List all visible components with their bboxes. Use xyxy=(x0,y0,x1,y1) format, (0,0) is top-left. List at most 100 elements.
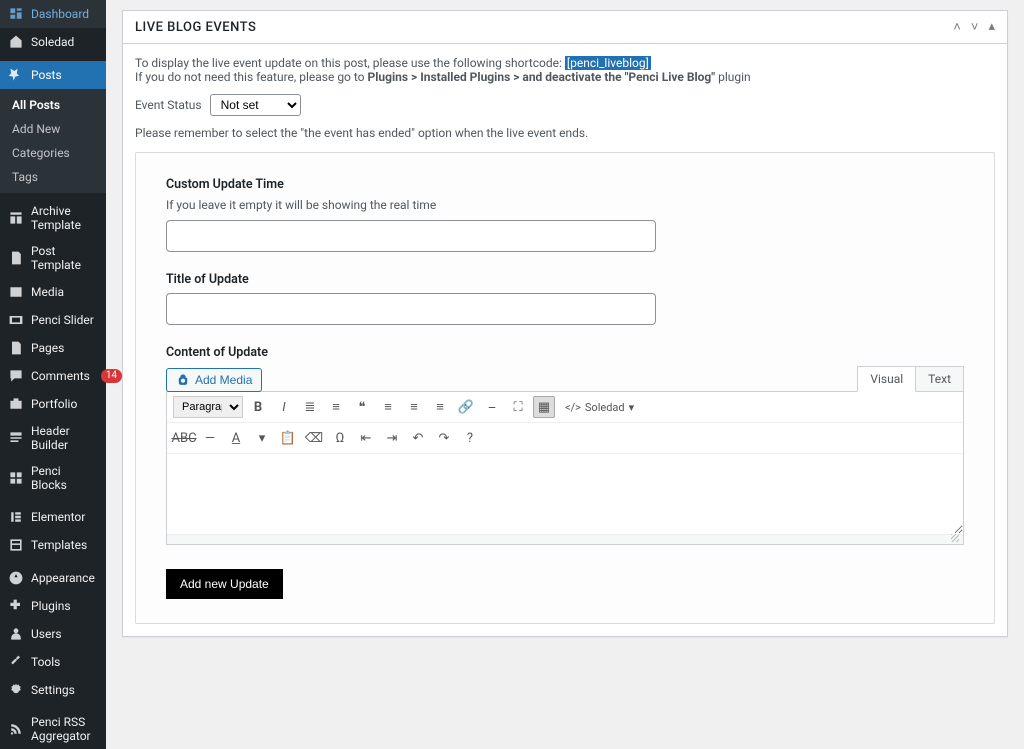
sidebar-item-penci-slider[interactable]: Penci Slider xyxy=(0,306,106,334)
sidebar-item-penci-blocks[interactable]: Penci Blocks xyxy=(0,458,106,498)
align-left-icon[interactable]: ≡ xyxy=(377,396,399,418)
title-input[interactable] xyxy=(166,293,656,325)
plugins-icon xyxy=(8,598,24,614)
outdent-icon[interactable]: ⇤ xyxy=(355,427,377,449)
sidebar-item-comments[interactable]: Comments14 xyxy=(0,362,106,390)
sidebar-item-archive-template[interactable]: Archive Template xyxy=(0,198,106,238)
submenu-item-tags[interactable]: Tags xyxy=(0,165,106,189)
numbered-list-icon[interactable]: ≡ xyxy=(325,396,347,418)
bold-icon[interactable]: B xyxy=(247,396,269,418)
submenu-item-all-posts[interactable]: All Posts xyxy=(0,93,106,117)
appearance-icon xyxy=(8,570,24,586)
layout-icon xyxy=(8,210,24,226)
sidebar-label: Elementor xyxy=(31,510,85,524)
sidebar-label: Dashboard xyxy=(31,7,89,21)
align-center-icon[interactable]: ≡ xyxy=(403,396,425,418)
add-new-update-button[interactable]: Add new Update xyxy=(166,569,283,599)
sidebar-item-elementor[interactable]: Elementor xyxy=(0,503,106,531)
toolbar-toggle-icon[interactable]: ▦ xyxy=(533,396,555,418)
visual-tab[interactable]: Visual xyxy=(857,366,916,392)
sidebar-label: Plugins xyxy=(31,599,71,613)
panel-controls: ˄ ˅ ▴ xyxy=(953,19,995,35)
dashboard-icon xyxy=(8,6,24,22)
clear-formatting-icon[interactable]: ⌫ xyxy=(303,427,325,449)
sidebar-item-users[interactable]: Users xyxy=(0,620,106,648)
main-content: LIVE BLOG EVENTS ˄ ˅ ▴ To display the li… xyxy=(106,0,1024,749)
sidebar-label: Soledad xyxy=(31,35,74,49)
text-color-chevron-icon[interactable]: ▾ xyxy=(251,427,273,449)
read-more-icon[interactable]: ⎯ xyxy=(481,396,503,418)
sidebar-item-tools[interactable]: Tools xyxy=(0,648,106,676)
sidebar-item-header-builder[interactable]: Header Builder xyxy=(0,418,106,458)
text-tab[interactable]: Text xyxy=(916,366,964,392)
strikethrough-icon[interactable]: ABC xyxy=(173,427,195,449)
redo-icon[interactable]: ↷ xyxy=(433,427,455,449)
update-form-card: Custom Update Time If you leave it empty… xyxy=(135,152,995,624)
slider-icon xyxy=(8,312,24,328)
custom-time-input[interactable] xyxy=(166,220,656,252)
blockquote-icon[interactable]: ❝ xyxy=(351,396,373,418)
link-icon[interactable]: 🔗 xyxy=(455,396,477,418)
event-status-select[interactable]: Not set xyxy=(210,94,301,116)
sidebar-item-penci-rss-aggregator[interactable]: Penci RSS Aggregator xyxy=(0,709,106,749)
panel-toggle-icon[interactable]: ▴ xyxy=(988,19,995,35)
sidebar-item-portfolio[interactable]: Portfolio xyxy=(0,390,106,418)
sidebar-label: Penci Blocks xyxy=(31,464,98,492)
sidebar-item-posts[interactable]: Posts xyxy=(0,61,106,89)
format-select[interactable]: Paragraph xyxy=(173,396,243,418)
status-row: Event Status Not set xyxy=(135,94,995,116)
sidebar-item-dashboard[interactable]: Dashboard xyxy=(0,0,106,28)
sidebar-label: Post Template xyxy=(31,244,98,272)
settings-icon xyxy=(8,682,24,698)
toolbar-row-2: ABC — A ▾ 📋 ⌫ Ω ⇤ ⇥ ↶ ↷ ? xyxy=(167,423,963,454)
sidebar-item-plugins[interactable]: Plugins xyxy=(0,592,106,620)
shortcode-value: [penci_liveblog] xyxy=(565,56,651,70)
submenu: All PostsAdd NewCategoriesTags xyxy=(0,89,106,193)
editor-wrap: Paragraph B I ≣ ≡ ❝ ≡ ≡ ≡ 🔗 ⎯ ⛶ xyxy=(166,391,964,545)
sidebar-label: Portfolio xyxy=(31,397,77,411)
hint2-post: plugin xyxy=(715,70,751,84)
soledad-dropdown[interactable]: </> Soledad ▾ xyxy=(559,401,640,414)
admin-sidebar: Dashboard Soledad Posts All PostsAdd NewCat… xyxy=(0,0,106,749)
content-editor[interactable] xyxy=(167,454,963,534)
sidebar-item-appearance[interactable]: Appearance xyxy=(0,564,106,592)
sidebar-label: Media xyxy=(31,285,64,299)
sidebar-label: Comments xyxy=(31,369,90,383)
paste-text-icon[interactable]: 📋 xyxy=(277,427,299,449)
panel-move-up-icon[interactable]: ˄ xyxy=(953,19,961,35)
sidebar-label: Posts xyxy=(31,68,62,82)
sidebar-label: Penci Slider xyxy=(31,313,94,327)
panel-move-down-icon[interactable]: ˅ xyxy=(971,19,979,35)
submenu-item-categories[interactable]: Categories xyxy=(0,141,106,165)
sidebar-item-media[interactable]: Media xyxy=(0,278,106,306)
submenu-item-add-new[interactable]: Add New xyxy=(0,117,106,141)
media-icon xyxy=(8,284,24,300)
bullet-list-icon[interactable]: ≣ xyxy=(299,396,321,418)
content-label: Content of Update xyxy=(166,345,964,360)
custom-time-hint: If you leave it empty it will be showing… xyxy=(166,198,964,212)
portfolio-icon xyxy=(8,396,24,412)
special-char-icon[interactable]: Ω xyxy=(329,427,351,449)
pin-icon xyxy=(8,67,24,83)
resize-handle[interactable] xyxy=(167,534,963,544)
sidebar-item-post-template[interactable]: Post Template xyxy=(0,238,106,278)
fullscreen-icon[interactable]: ⛶ xyxy=(507,396,529,418)
editor-tabs: Visual Text xyxy=(857,366,964,392)
hint-text: To display the live event update on this… xyxy=(135,56,565,70)
sidebar-item-settings[interactable]: Settings xyxy=(0,676,106,704)
indent-icon[interactable]: ⇥ xyxy=(381,427,403,449)
sidebar-label: Archive Template xyxy=(31,204,98,232)
add-media-button[interactable]: Add Media xyxy=(166,368,262,392)
custom-time-label: Custom Update Time xyxy=(166,177,964,192)
help-icon[interactable]: ? xyxy=(459,427,481,449)
hint2-pre: If you do not need this feature, please … xyxy=(135,70,368,84)
align-right-icon[interactable]: ≡ xyxy=(429,396,451,418)
hr-icon[interactable]: — xyxy=(199,427,221,449)
sidebar-item-soledad[interactable]: Soledad xyxy=(0,28,106,56)
text-color-icon[interactable]: A xyxy=(225,427,247,449)
italic-icon[interactable]: I xyxy=(273,396,295,418)
undo-icon[interactable]: ↶ xyxy=(407,427,429,449)
sidebar-item-pages[interactable]: Pages xyxy=(0,334,106,362)
sidebar-label: Header Builder xyxy=(31,424,98,452)
sidebar-item-templates[interactable]: Templates xyxy=(0,531,106,559)
